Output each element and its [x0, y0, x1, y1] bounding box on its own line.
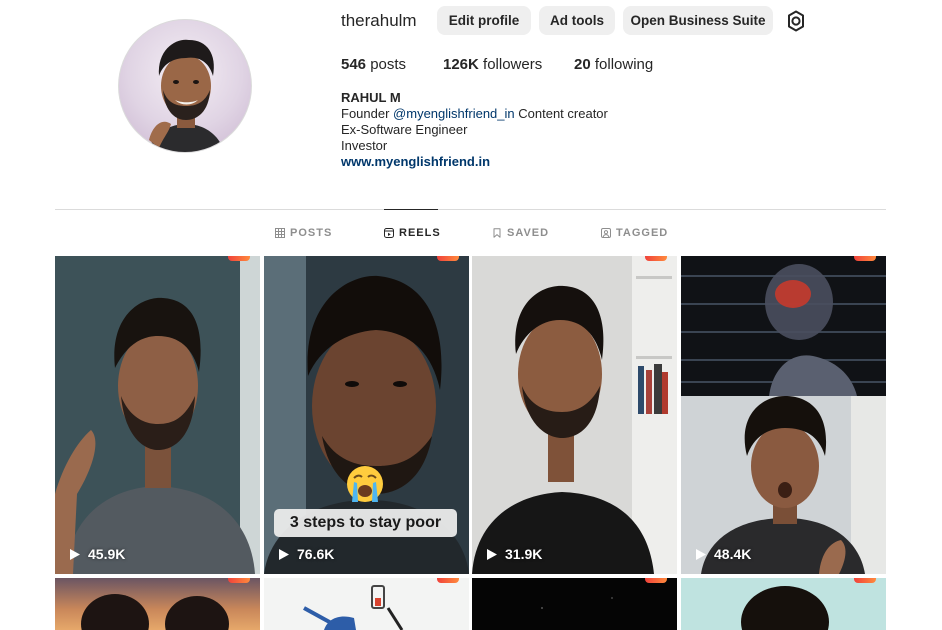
edit-profile-button[interactable]: Edit profile: [437, 6, 531, 35]
reel-corner-badge: [854, 578, 876, 583]
reel-tile[interactable]: 48.4K: [681, 256, 886, 574]
settings-gear-icon[interactable]: [784, 9, 808, 33]
reels-icon: [384, 228, 394, 238]
reel-tile[interactable]: 3 steps to stay poor 76.6K: [264, 256, 469, 574]
active-tab-indicator: [384, 209, 438, 210]
reel-caption-overlay: 3 steps to stay poor: [274, 509, 457, 537]
ad-tools-button[interactable]: Ad tools: [539, 6, 615, 35]
bio-line-founder: Founder @myenglishfriend_in Content crea…: [341, 106, 608, 122]
reel-tile[interactable]: [681, 578, 886, 630]
reel-corner-badge: [437, 578, 459, 583]
play-icon: [696, 548, 706, 560]
reel-view-count: 45.9K: [69, 546, 125, 562]
reel-views-value: 76.6K: [297, 546, 335, 562]
followers-link[interactable]: 126K followers: [443, 56, 542, 74]
tab-reels[interactable]: REELS: [384, 227, 441, 239]
following-link[interactable]: 20 following: [574, 56, 653, 74]
tab-saved[interactable]: SAVED: [492, 227, 549, 239]
profile-display-name: RAHUL M: [341, 90, 401, 105]
reel-thumbnail-illustration: [264, 578, 469, 630]
reel-views-value: 31.9K: [505, 546, 543, 562]
crying-face-emoji-icon: [347, 466, 383, 502]
reel-views-value: 48.4K: [714, 546, 752, 562]
bookmark-icon: [493, 228, 501, 238]
reel-view-count: 48.4K: [695, 546, 751, 562]
reel-view-count: 76.6K: [278, 546, 334, 562]
bio-founder-text: Founder: [341, 106, 390, 121]
reel-thumbnail-man-gesturing: [55, 256, 260, 574]
reel-tile[interactable]: 31.9K: [472, 256, 677, 574]
reel-thumbnail-man-skeptical: [472, 256, 677, 574]
tab-posts[interactable]: POSTS: [275, 227, 332, 239]
tab-reels-label: REELS: [399, 227, 441, 239]
play-icon: [487, 548, 497, 560]
reel-tile[interactable]: 45.9K: [55, 256, 260, 574]
reel-thumbnail-man-teal-background: [681, 578, 886, 630]
tagged-icon: [601, 228, 611, 238]
bio-mention-link[interactable]: @myenglishfriend_in: [393, 106, 515, 121]
reel-corner-badge: [854, 256, 876, 261]
reel-view-count: 31.9K: [486, 546, 542, 562]
grid-icon: [275, 228, 285, 238]
reel-views-value: 45.9K: [88, 546, 126, 562]
reel-tile[interactable]: [55, 578, 260, 630]
reel-corner-badge: [645, 578, 667, 583]
profile-page: therahulm Edit profile Ad tools Open Bus…: [0, 0, 942, 630]
profile-username: therahulm: [341, 11, 417, 30]
reel-corner-badge: [228, 256, 250, 261]
open-business-suite-button[interactable]: Open Business Suite: [623, 6, 773, 35]
bio-website-link[interactable]: www.myenglishfriend.in: [341, 154, 608, 170]
reel-thumbnail-dark: [472, 578, 677, 630]
tab-tagged-label: TAGGED: [616, 227, 669, 239]
followers-count-label: followers: [483, 56, 543, 73]
bio-line-engineer: Ex-Software Engineer: [341, 122, 468, 137]
bio-line-investor: Investor: [341, 138, 388, 153]
reel-thumbnail-sunset-couple: [55, 578, 260, 630]
profile-avatar[interactable]: [118, 19, 252, 153]
following-count-value: 20: [574, 56, 591, 73]
play-icon: [70, 548, 80, 560]
reel-tile[interactable]: [264, 578, 469, 630]
reel-corner-badge: [437, 256, 459, 261]
posts-count: 546 posts: [341, 56, 406, 74]
tab-saved-label: SAVED: [507, 227, 550, 239]
tab-posts-label: POSTS: [290, 227, 333, 239]
play-icon: [279, 548, 289, 560]
reel-tile[interactable]: [472, 578, 677, 630]
followers-count-value: 126K: [443, 56, 479, 73]
tabs-divider: [55, 209, 886, 210]
reel-corner-badge: [228, 578, 250, 583]
posts-count-value: 546: [341, 56, 367, 73]
bio-creator-text: Content creator: [518, 106, 608, 121]
tab-tagged[interactable]: TAGGED: [601, 227, 668, 239]
profile-bio: RAHUL M Founder @myenglishfriend_in Cont…: [341, 90, 608, 170]
following-count-label: following: [594, 56, 654, 73]
reel-corner-badge: [645, 256, 667, 261]
reel-thumbnail-split-brain-man: [681, 256, 886, 574]
posts-count-label: posts: [370, 56, 407, 73]
